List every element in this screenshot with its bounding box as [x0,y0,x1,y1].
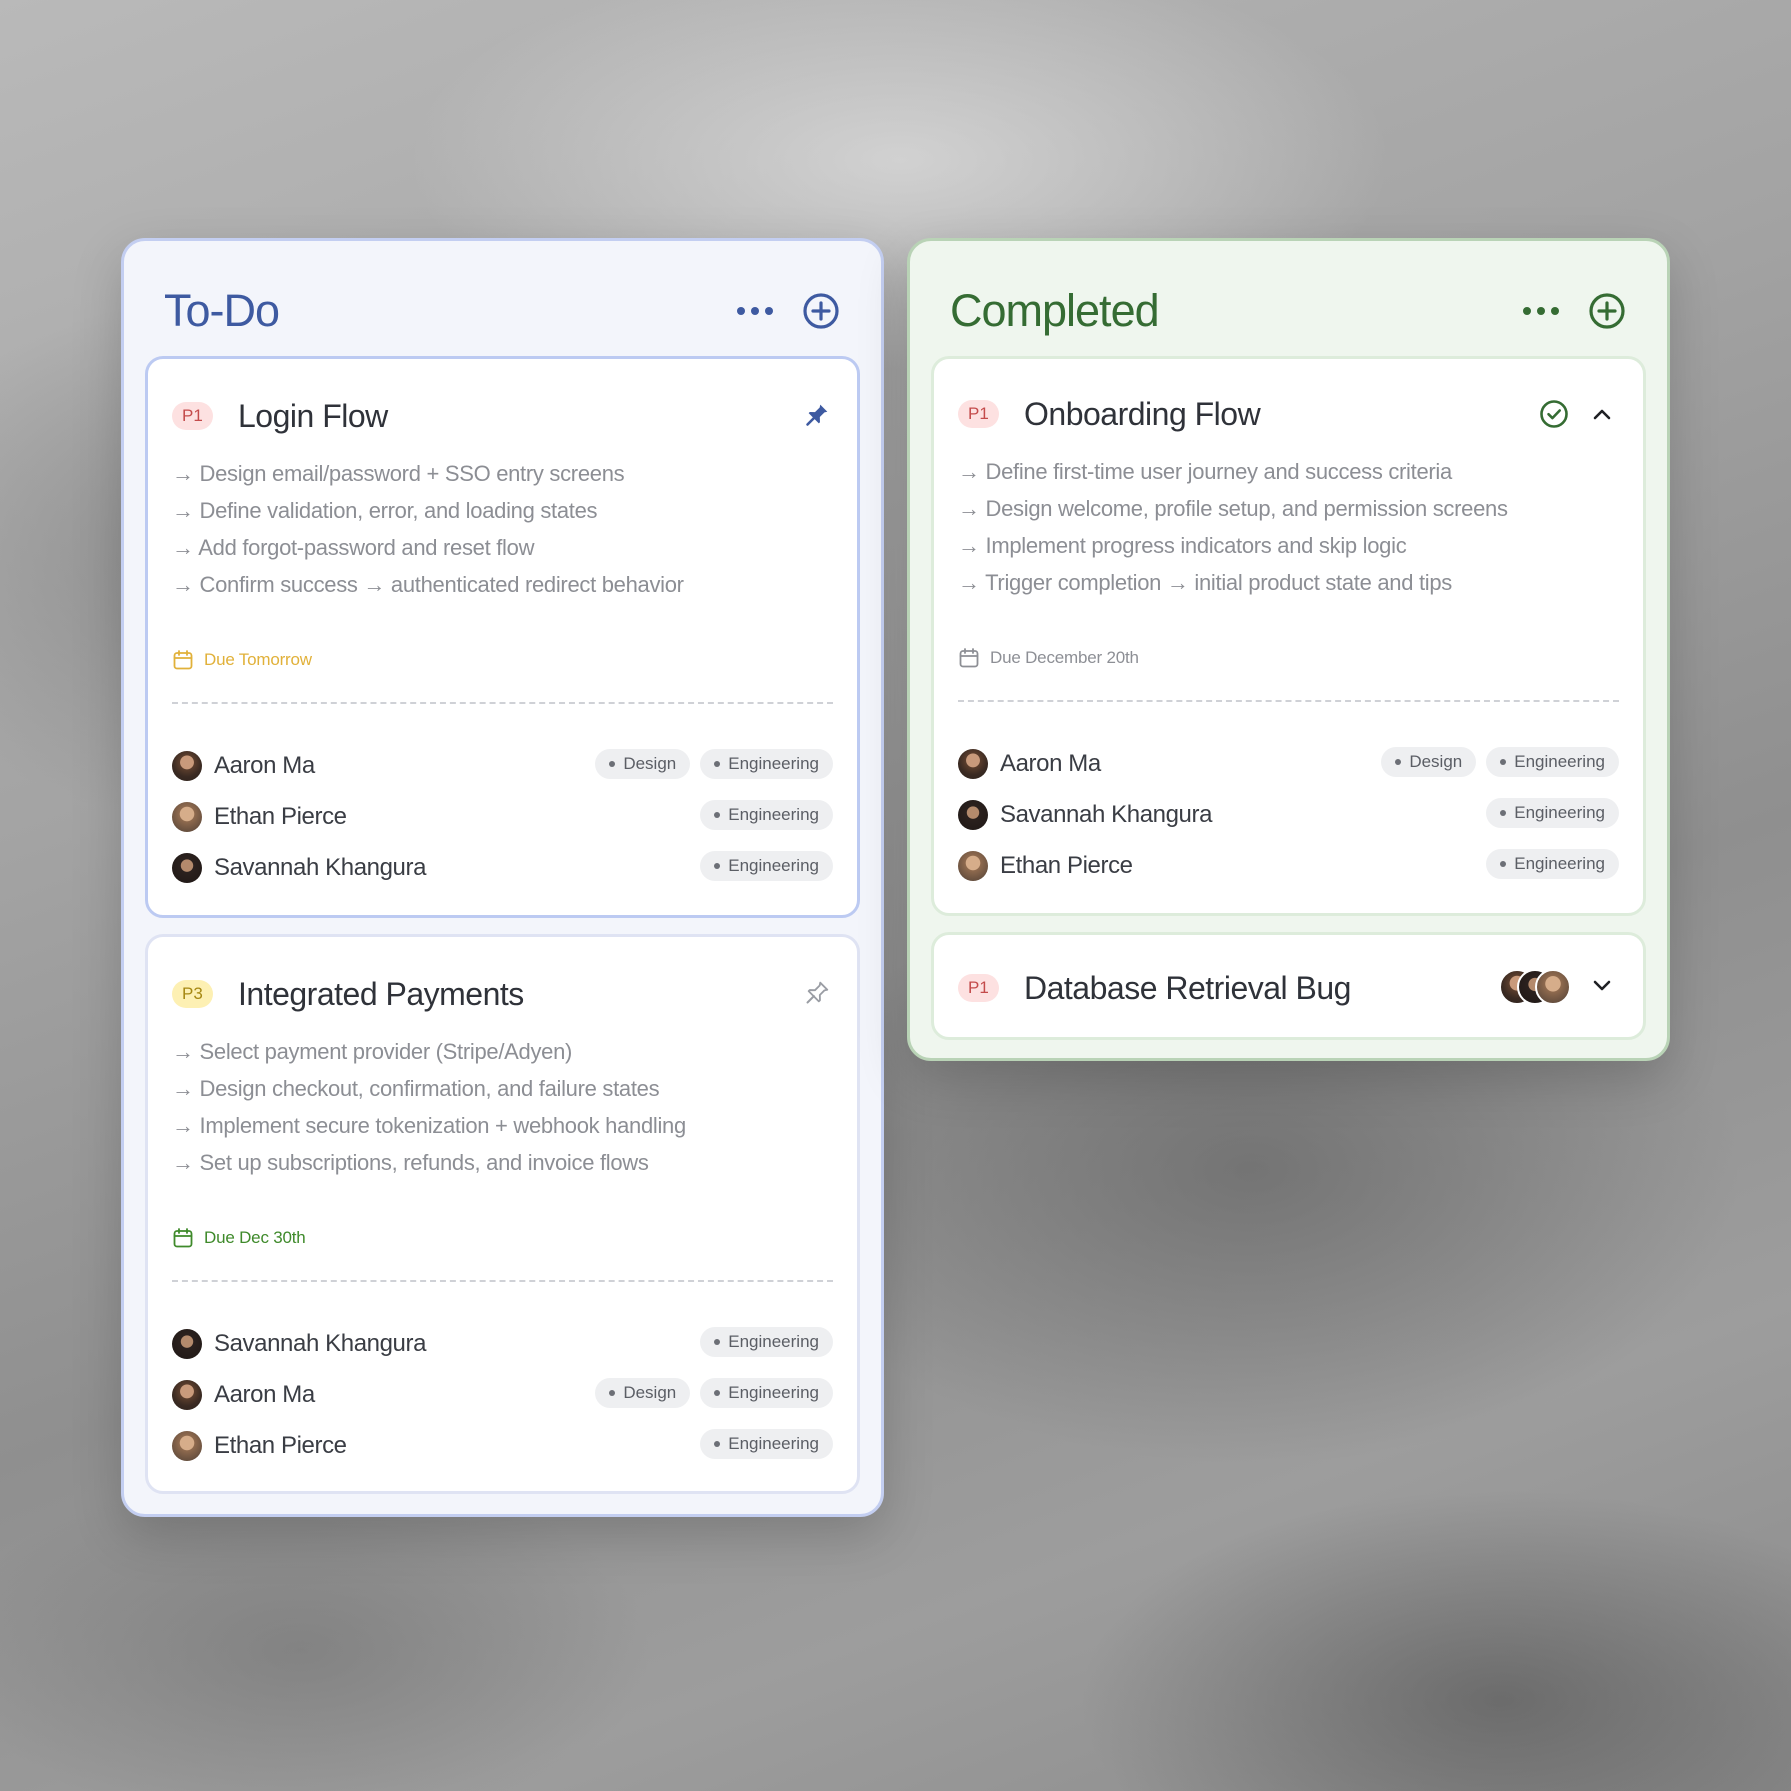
plus-circle-icon[interactable] [1587,291,1627,331]
task-step: → Design email/password + SSO entry scre… [172,461,625,486]
tag[interactable]: Engineering [1486,747,1619,777]
member-row[interactable]: Savannah Khangura Engineering [958,789,1619,840]
tag[interactable]: Engineering [700,1327,833,1357]
tag[interactable]: Engineering [700,1429,833,1459]
member-name: Ethan Pierce [1000,851,1133,879]
task-step: → Implement secure tokenization + webhoo… [172,1113,686,1138]
column-title: To-Do [164,285,280,336]
avatar [172,852,202,883]
task-step: → Design welcome, profile setup, and per… [958,496,1508,521]
pin-outline-icon[interactable] [799,977,833,1011]
avatar [172,1328,202,1359]
avatar [172,1430,202,1461]
priority-badge: P1 [958,400,999,428]
due-date: Due Dec 30th [172,1225,306,1251]
card-title: Database Retrieval Bug [1024,970,1351,1006]
tag[interactable]: Engineering [1486,849,1619,879]
divider [172,702,833,704]
card-title: Integrated Payments [238,976,524,1012]
priority-badge: P3 [172,980,213,1008]
task-card[interactable]: P1 Login Flow → Design email/password + … [145,356,860,918]
task-step: → Add forgot-password and reset flow [172,535,535,560]
completed-header: Completed [950,281,1627,341]
member-name: Savannah Khangura [1000,800,1213,828]
avatar [172,801,202,832]
task-card-collapsed[interactable]: P1 Database Retrieval Bug [931,932,1646,1040]
member-row[interactable]: Ethan Pierce Engineering [958,840,1619,891]
task-card[interactable]: P3 Integrated Payments → Select payment … [145,934,860,1494]
avatar [958,799,988,830]
priority-badge: P1 [172,402,213,430]
task-step: → Set up subscriptions, refunds, and inv… [172,1150,649,1175]
member-name: Ethan Pierce [214,1431,347,1459]
calendar-icon [173,650,193,670]
card-title: Onboarding Flow [1024,396,1261,432]
avatar [958,748,988,779]
avatar [172,1379,202,1410]
due-text: Due Tomorrow [204,650,312,669]
avatar [172,750,202,781]
member-row[interactable]: Savannah Khangura Engineering [172,842,833,893]
tag[interactable]: Design [1381,747,1477,777]
tag[interactable]: Design [595,749,691,779]
member-name: Ethan Pierce [214,802,347,830]
member-row[interactable]: Ethan Pierce Engineering [172,791,833,842]
tag[interactable]: Engineering [700,851,833,881]
task-step: → Trigger completion → initial product s… [958,570,1453,595]
tag[interactable]: Engineering [700,1378,833,1408]
check-circle-icon[interactable] [1537,397,1571,431]
avatar-stack[interactable] [1499,967,1571,1005]
priority-badge: P1 [958,974,999,1002]
tag[interactable]: Engineering [700,800,833,830]
more-dots-icon[interactable] [737,289,777,333]
task-step: → Implement progress indicators and skip… [958,533,1407,558]
card-title: Login Flow [238,398,388,434]
member-row[interactable]: Ethan Pierce Engineering [172,1420,833,1471]
member-row[interactable]: Aaron Ma Design Engineering [172,1369,833,1420]
task-step: → Define validation, error, and loading … [172,498,598,523]
chevron-up-icon[interactable] [1585,397,1619,431]
member-list: Savannah Khangura Engineering Aaron Ma D… [172,1318,833,1471]
member-row[interactable]: Savannah Khangura Engineering [172,1318,833,1369]
chevron-down-icon[interactable] [1585,969,1619,1003]
member-list: Aaron Ma Design Engineering Ethan Pierce… [172,740,833,893]
more-dots-icon[interactable] [1523,289,1563,333]
member-name: Aaron Ma [214,751,315,779]
due-date: Due Tomorrow [172,647,312,673]
member-name: Aaron Ma [214,1380,315,1408]
todo-header: To-Do [164,281,841,341]
todo-column: To-Do P1 Login Flow → Design email/passw… [121,238,884,1517]
member-name: Aaron Ma [1000,749,1101,777]
avatar [1535,969,1571,1005]
member-list: Aaron Ma Design Engineering Savannah Kha… [958,738,1619,891]
column-title: Completed [950,285,1160,336]
task-card[interactable]: P1 Onboarding Flow → Define first-time u… [931,356,1646,916]
due-text: Due December 20th [990,648,1139,667]
member-row[interactable]: Aaron Ma Design Engineering [958,738,1619,789]
calendar-icon [173,1228,193,1248]
pin-filled-icon[interactable] [799,399,833,433]
plus-circle-icon[interactable] [801,291,841,331]
tag[interactable]: Engineering [700,749,833,779]
task-step: → Design checkout, confirmation, and fai… [172,1076,660,1101]
divider [172,1280,833,1282]
divider [958,700,1619,702]
member-row[interactable]: Aaron Ma Design Engineering [172,740,833,791]
member-name: Savannah Khangura [214,853,427,881]
tag[interactable]: Design [595,1378,691,1408]
calendar-icon [959,648,979,668]
task-step: → Confirm success → authenticated redire… [172,572,684,597]
completed-column: Completed P1 Onboarding Flow → Define fi… [907,238,1670,1061]
due-date: Due December 20th [958,645,1139,671]
task-step: → Define first-time user journey and suc… [958,459,1452,484]
member-name: Savannah Khangura [214,1329,427,1357]
tag[interactable]: Engineering [1486,798,1619,828]
task-step: → Select payment provider (Stripe/Adyen) [172,1039,573,1064]
due-text: Due Dec 30th [204,1228,306,1247]
avatar [958,850,988,881]
